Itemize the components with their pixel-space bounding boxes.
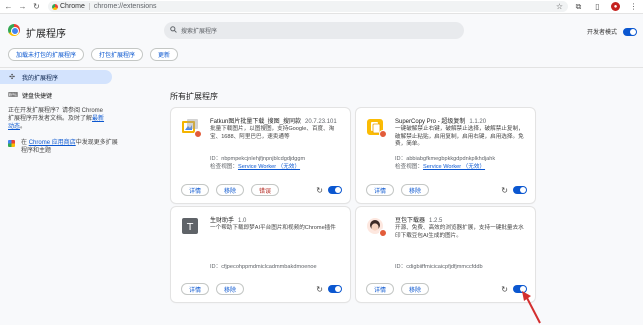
side-panel-icon[interactable]: ▯ bbox=[592, 1, 603, 12]
search-icon bbox=[170, 26, 177, 35]
id-prefix: ID： bbox=[395, 264, 407, 270]
extension-meta: ID：nbpmpekcjnlehjfjnpnjblcdgdjdggm 检查视图：… bbox=[210, 155, 305, 171]
extension-description: 批量下载图片，以图搜图，支持Google、百度、淘宝、1688、阿里巴巴，速卖通… bbox=[210, 126, 335, 140]
inspect-service-worker-link[interactable]: Service Worker （无效） bbox=[238, 164, 300, 170]
sidebar: ✣ 我的扩展程序 ⌨ 键盘快捷键 正在开发扩展程序？请参阅 Chrome 扩展程… bbox=[0, 70, 135, 155]
remove-button[interactable]: 移除 bbox=[401, 283, 430, 295]
profile-avatar[interactable]: ● bbox=[611, 2, 620, 11]
extension-meta: ID：cfjpecohppmdmiclcadmmbakdmoenoe bbox=[210, 263, 317, 271]
sidebar-item-my-extensions[interactable]: ✣ 我的扩展程序 bbox=[0, 70, 112, 84]
extension-id: abbiabgfkmegbpkkgdpdnkplkhdjahk bbox=[406, 156, 496, 162]
sidebar-item-keyboard-shortcuts[interactable]: ⌨ 键盘快捷键 bbox=[0, 88, 135, 102]
inspect-label: 检查视图： bbox=[210, 164, 238, 170]
extension-id: nbpmpekcjnlehjfjnpnjblcdgdjdggm bbox=[221, 156, 306, 162]
developer-note: 正在开发扩展程序？请参阅 Chrome 扩展程序开发者文档。及时了解最新动态。 bbox=[0, 107, 110, 131]
id-prefix: ID： bbox=[395, 156, 407, 162]
extension-version: 1.0 bbox=[238, 218, 247, 224]
extension-description: 一个帮助下载即梦AI平台图片和视频的Chrome插件 bbox=[210, 225, 336, 231]
extension-enable-toggle[interactable] bbox=[513, 186, 527, 194]
svg-text:T: T bbox=[186, 222, 194, 233]
extension-meta: ID：cdigbiiffmicicaicpfjdfjmmccfddb bbox=[395, 263, 483, 271]
remove-button[interactable]: 移除 bbox=[401, 184, 430, 196]
extension-meta: ID：abbiabgfkmegbpkkgdpdnkplkhdjahk 检查视图：… bbox=[395, 155, 495, 171]
extension-name: Fatkun图片批量下载_搜图_搜同款 bbox=[210, 119, 302, 125]
extension-card-shengcai: T 生财助手 1.0 一个帮助下载即梦AI平台图片和视频的Chrome插件 ID：… bbox=[171, 207, 350, 302]
pack-extension-button[interactable]: 打包扩展程序 bbox=[91, 48, 144, 61]
service-worker-badge-icon bbox=[379, 130, 387, 138]
inspect-service-worker-link[interactable]: Service Worker （无效） bbox=[423, 164, 485, 170]
extension-card-doubao: 豆包下载器 1.2.5 开源、免费、高效的浏览器扩展，支持一键批量去水印下载豆包A… bbox=[356, 207, 535, 302]
remove-button[interactable]: 移除 bbox=[216, 184, 245, 196]
extension-name: 豆包下载器 bbox=[395, 218, 426, 224]
menu-kebab-icon[interactable]: ⋮ bbox=[628, 1, 639, 12]
dev-mode-toggle[interactable] bbox=[623, 27, 637, 36]
extensions-puzzle-icon[interactable]: ⧉ bbox=[573, 1, 584, 12]
site-chip[interactable]: Chrome bbox=[52, 3, 90, 10]
inspect-label: 检查视图： bbox=[395, 164, 423, 170]
action-bar: 加载未打包的扩展程序 打包扩展程序 更新 bbox=[8, 48, 179, 61]
extension-description: 开源、免费、高效的浏览器扩展，支持一键批量去水印下载豆包AI生成的图片。 bbox=[395, 225, 524, 239]
shengcai-extension-icon: T bbox=[181, 217, 199, 235]
remove-button[interactable]: 移除 bbox=[216, 283, 245, 295]
developer-note-suffix: 。 bbox=[20, 124, 27, 130]
puzzle-icon: ✣ bbox=[9, 74, 15, 81]
extension-name: SuperCopy Pro - 超级复制 bbox=[395, 119, 466, 125]
keyboard-icon: ⌨ bbox=[8, 92, 19, 99]
extension-version: 1.1.20 bbox=[469, 119, 487, 125]
reload-page-icon[interactable]: ↻ bbox=[31, 1, 42, 12]
site-chip-label: Chrome bbox=[60, 3, 85, 10]
extension-id: cdigbiiffmicicaicpfjdfjmmccfddb bbox=[406, 264, 483, 270]
details-button[interactable]: 详情 bbox=[181, 184, 210, 196]
extension-card-supercopy: SuperCopy Pro - 超级复制 1.1.20 一键破解禁止右键，破解禁止… bbox=[356, 108, 535, 203]
search-input[interactable]: 搜索扩展程序 bbox=[164, 22, 464, 39]
browser-toolbar: ← → ↻ Chrome chrome://extensions ☆ ⧉ ▯ ●… bbox=[0, 0, 643, 14]
sidebar-item-label: 键盘快捷键 bbox=[22, 93, 53, 100]
chrome-logo-icon bbox=[8, 24, 20, 36]
extension-version: 20.7.23.101 bbox=[305, 119, 337, 125]
reload-icon[interactable]: ↻ bbox=[501, 285, 508, 294]
web-store-note: 在 Chrome 应用商店中发现更多扩展程序和主题 bbox=[0, 139, 120, 155]
id-prefix: ID： bbox=[210, 264, 222, 270]
dev-mode-control: 开发者模式 bbox=[587, 27, 637, 36]
details-button[interactable]: 详情 bbox=[366, 283, 395, 295]
update-button[interactable]: 更新 bbox=[150, 48, 179, 61]
extension-enable-toggle[interactable] bbox=[328, 285, 342, 293]
address-bar[interactable]: Chrome chrome://extensions bbox=[48, 1, 568, 12]
developer-note-text: 正在开发扩展程序？请参阅 Chrome 扩展程序开发者文档。及时了解 bbox=[8, 108, 104, 122]
errors-button[interactable]: 错误 bbox=[251, 184, 280, 196]
bookmark-star-icon[interactable]: ☆ bbox=[554, 1, 565, 12]
id-prefix: ID： bbox=[210, 156, 222, 162]
extension-card-fatkun: Fatkun图片批量下载_搜图_搜同款 20.7.23.101 批量下载图片，以图… bbox=[171, 108, 350, 203]
extension-enable-toggle[interactable] bbox=[328, 186, 342, 194]
header-divider bbox=[0, 67, 643, 68]
chrome-logo-icon bbox=[52, 3, 58, 10]
forward-icon[interactable]: → bbox=[17, 1, 28, 12]
load-unpacked-button[interactable]: 加载未打包的扩展程序 bbox=[8, 48, 85, 61]
details-button[interactable]: 详情 bbox=[181, 283, 210, 295]
page-title: 扩展程序 bbox=[26, 29, 66, 40]
service-worker-badge-icon bbox=[379, 229, 387, 237]
url-text[interactable]: chrome://extensions bbox=[94, 3, 157, 10]
store-note-prefix: 在 bbox=[21, 140, 28, 146]
extension-name: 生财助手 bbox=[210, 218, 235, 224]
extension-version: 1.2.5 bbox=[429, 218, 443, 224]
search-placeholder: 搜索扩展程序 bbox=[181, 29, 218, 35]
web-store-icon bbox=[8, 140, 15, 147]
reload-icon[interactable]: ↻ bbox=[316, 285, 323, 294]
reload-icon[interactable]: ↻ bbox=[316, 186, 323, 195]
web-store-link[interactable]: Chrome 应用商店 bbox=[29, 140, 76, 146]
service-worker-badge-icon bbox=[194, 130, 202, 138]
reload-icon[interactable]: ↻ bbox=[501, 186, 508, 195]
annotation-arrow-icon bbox=[522, 291, 541, 324]
details-button[interactable]: 详情 bbox=[366, 184, 395, 196]
back-icon[interactable]: ← bbox=[3, 1, 14, 12]
extension-description: 一键破解禁止右键，破解禁止选择，破解禁止复制，破解禁止粘贴，启用复制，启用右键，… bbox=[395, 126, 524, 147]
extension-id: cfjpecohppmdmiclcadmmbakdmoenoe bbox=[221, 264, 317, 270]
dev-mode-label: 开发者模式 bbox=[586, 30, 617, 36]
sidebar-item-label: 我的扩展程序 bbox=[22, 75, 59, 82]
page-header: 扩展程序 搜索扩展程序 开发者模式 bbox=[0, 14, 643, 48]
section-title: 所有扩展程序 bbox=[170, 92, 218, 101]
